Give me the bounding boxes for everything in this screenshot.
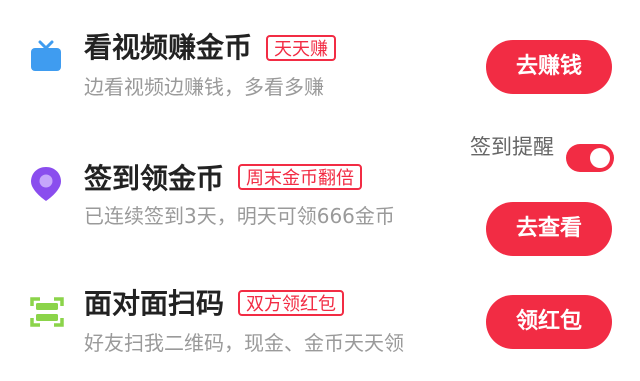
toggle-knob [590,148,610,168]
sign-in-reminder-toggle[interactable] [566,144,614,172]
task-title: 面对面扫码 [84,287,225,320]
location-pin-icon [30,166,62,206]
go-check-button[interactable]: 去查看 [486,202,612,256]
task-tag: 周末金币翻倍 [238,164,362,190]
task-subtitle: 好友扫我二维码，现金、金币天天领 [84,331,404,355]
task-title: 签到领金币 [84,162,225,195]
go-earn-button[interactable]: 去赚钱 [486,40,612,94]
tv-icon [30,40,62,76]
task-subtitle: 边看视频边赚钱，多看多赚 [84,75,324,99]
sign-in-reminder-label: 签到提醒 [470,135,554,159]
task-tag: 双方领红包 [238,290,344,316]
task-title: 看视频赚金币 [84,31,253,64]
task-subtitle: 已连续签到3天，明天可领666金币 [84,204,395,228]
task-tag: 天天赚 [266,35,336,61]
scan-icon [30,296,64,332]
get-red-packet-button[interactable]: 领红包 [486,295,612,349]
